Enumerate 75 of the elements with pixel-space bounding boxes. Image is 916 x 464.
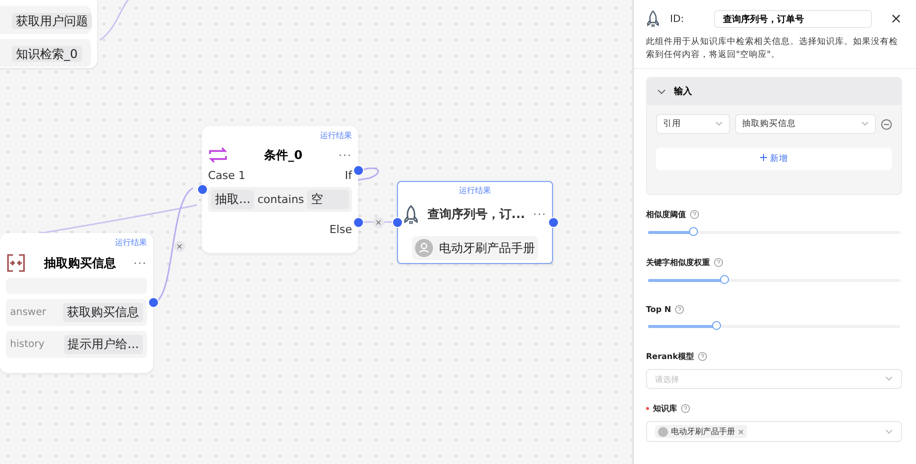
slider-thumb[interactable]	[689, 227, 698, 236]
rule-value: 空	[307, 190, 349, 209]
run-result-link[interactable]: 运行结果	[320, 130, 352, 141]
run-result-link[interactable]: 运行结果	[115, 237, 147, 248]
plus-icon	[760, 154, 768, 162]
id-field[interactable]: 查询序列号，订单号	[714, 10, 872, 28]
node-output-label: 知识检索_0	[12, 46, 82, 62]
more-menu-button[interactable]: ···	[134, 256, 147, 270]
node-title: 查询序列号，订...	[427, 206, 526, 223]
else-output-port[interactable]	[353, 217, 364, 228]
slider-thumb[interactable]	[712, 321, 722, 330]
add-button[interactable]: 新增	[656, 148, 892, 170]
edge-delete-mark[interactable]: ×	[373, 217, 384, 228]
swap-arrows-icon	[208, 146, 228, 164]
input-port[interactable]	[197, 184, 208, 195]
else-label: Else	[329, 223, 352, 236]
section-title: 输入	[674, 85, 692, 98]
workflow-node[interactable]: 运行结果 抽取购买信息 ··· answer 获取购买信息 history 提示用户给...	[0, 233, 153, 373]
chevron-icon	[715, 121, 723, 128]
knowledge-base-name: 电动牙刷产品手册	[439, 240, 535, 256]
close-button[interactable]: ×	[890, 11, 902, 27]
help-icon	[714, 258, 723, 268]
chevron-icon	[861, 121, 869, 128]
if-label: If	[344, 169, 352, 182]
run-result-link[interactable]: 运行结果	[459, 185, 491, 196]
knowledge-base-select[interactable]: 电动牙刷产品手册	[646, 421, 902, 442]
bracket-arrows-icon	[6, 253, 26, 273]
field-label: 关键字相似度权重	[646, 257, 710, 268]
workflow-node[interactable]: 运行结果 查询序列号，订... ··· 电动牙刷产品手册	[397, 181, 553, 264]
slider-thumb[interactable]	[720, 275, 729, 284]
connector-line	[100, 0, 129, 41]
field-label: 相似度阈值	[646, 209, 686, 220]
chevron-icon	[657, 87, 666, 96]
avatar-icon	[415, 239, 433, 257]
field-label: Top N	[646, 305, 672, 314]
input-port[interactable]	[392, 217, 403, 228]
field-label: Rerank模型	[646, 351, 694, 362]
avatar-icon	[658, 426, 668, 437]
field-value: 获取购买信息	[63, 303, 143, 322]
help-icon	[675, 305, 684, 314]
section-header[interactable]: 输入	[647, 78, 901, 106]
field-name: history	[10, 339, 44, 350]
workflow-node[interactable]: 获取用户问题 知识检索_0	[0, 0, 97, 68]
more-menu-button[interactable]: ···	[533, 208, 547, 221]
chevron-icon	[885, 428, 893, 435]
source-select[interactable]: 抽取购买信息	[735, 114, 876, 134]
help-icon	[698, 352, 707, 362]
component-description: 此组件用于从知识库中检索相关信息。选择知识库。如果没有检索到任何内容，将返回"空响应"。	[646, 36, 899, 62]
rocket-icon	[646, 10, 660, 28]
output-port[interactable]	[148, 297, 159, 308]
rule-variable: 抽取...	[211, 190, 254, 209]
rocket-icon	[403, 204, 420, 224]
chevron-icon	[885, 376, 893, 382]
close-icon[interactable]	[738, 428, 744, 435]
remove-icon[interactable]	[881, 118, 892, 130]
output-port[interactable]	[548, 217, 559, 228]
connector-line	[358, 168, 379, 181]
rule-operator: contains	[257, 193, 304, 206]
help-icon	[681, 404, 690, 414]
workflow-node[interactable]: 运行结果 条件_0 ··· Case 1 If 抽取... contains 空 Else	[202, 126, 358, 253]
field-name: answer	[10, 307, 46, 318]
node-title: 抽取购买信息	[42, 254, 117, 272]
field-label: 知识库	[653, 403, 677, 414]
id-label: ID:	[670, 14, 686, 24]
type-select[interactable]: 引用	[656, 114, 730, 134]
field-value: 提示用户给...	[64, 335, 143, 354]
help-icon	[690, 210, 699, 220]
node-title: 条件_0	[263, 146, 304, 164]
case-label: Case 1	[208, 169, 246, 182]
edge-delete-mark[interactable]: ×	[174, 241, 185, 252]
if-output-port[interactable]	[353, 165, 364, 176]
tag-label: 电动牙刷产品手册	[671, 426, 735, 438]
connector-line	[362, 221, 392, 223]
node-output-label: 获取用户问题	[12, 13, 92, 29]
more-menu-button[interactable]: ···	[338, 148, 352, 162]
